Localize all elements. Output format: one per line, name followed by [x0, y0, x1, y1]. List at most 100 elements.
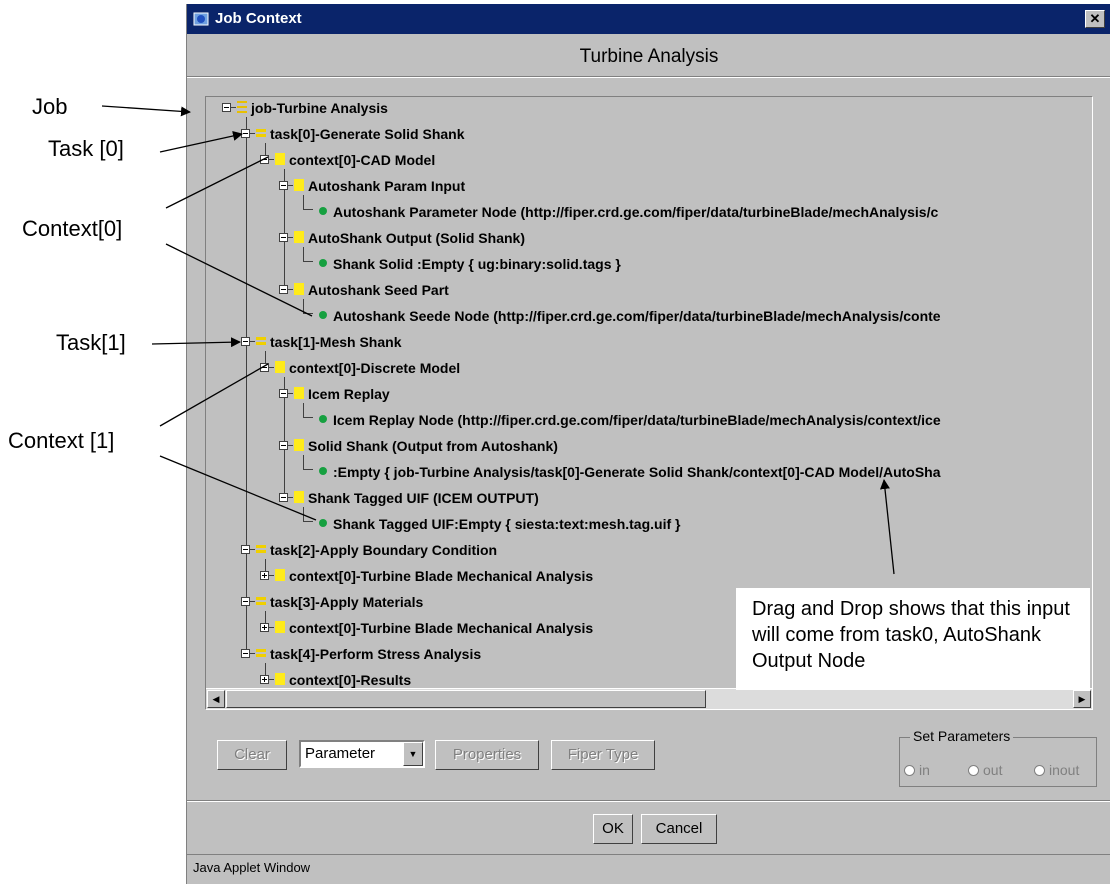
- tree-line: [250, 341, 255, 342]
- tree-node-label: Autoshank Seed Part: [308, 282, 449, 298]
- tree-node-label: Icem Replay Node (http://fiper.crd.ge.co…: [333, 412, 941, 428]
- expand-toggle-icon[interactable]: [260, 675, 269, 684]
- fiper-type-button[interactable]: Fiper Type: [551, 740, 655, 770]
- expand-toggle-icon[interactable]: [260, 571, 269, 580]
- collapse-toggle-icon[interactable]: [260, 363, 269, 372]
- node-icon: [319, 207, 327, 215]
- tree-line: [269, 627, 274, 628]
- tree-node-context[interactable]: context[0]-CAD Model: [206, 149, 1086, 171]
- collapse-toggle-icon[interactable]: [241, 337, 250, 346]
- collapse-toggle-icon[interactable]: [260, 155, 269, 164]
- tree-node-label: job-Turbine Analysis: [251, 100, 388, 116]
- scroll-right-icon[interactable]: ▶: [1073, 690, 1091, 708]
- tree-node-label: context[0]-Turbine Blade Mechanical Anal…: [289, 620, 594, 636]
- tree-node-task[interactable]: task[0]-Generate Solid Shank: [206, 123, 1086, 145]
- tree-node-label: task[1]-Mesh Shank: [270, 334, 402, 350]
- radio-icon: [968, 765, 979, 776]
- tree-node-data[interactable]: Autoshank Parameter Node (http://fiper.c…: [206, 201, 1086, 223]
- tree-node-parameter[interactable]: Solid Shank (Output from Autoshank): [206, 435, 1086, 457]
- tree-line: [269, 679, 274, 680]
- collapse-toggle-icon[interactable]: [279, 285, 288, 294]
- divider: [187, 800, 1110, 802]
- context-icon: [275, 361, 285, 373]
- radio-label: inout: [1049, 762, 1080, 778]
- collapse-toggle-icon[interactable]: [279, 493, 288, 502]
- status-text: Java Applet Window: [193, 860, 311, 875]
- context-icon: [275, 621, 285, 633]
- tree-node-label: Shank Tagged UIF (ICEM OUTPUT): [308, 490, 539, 506]
- radio-label: in: [919, 762, 930, 778]
- tree-node-job[interactable]: job-Turbine Analysis: [206, 97, 1086, 119]
- scrollbar-thumb[interactable]: [226, 690, 706, 708]
- parameter-icon: [294, 387, 304, 399]
- tree-line: [250, 653, 255, 654]
- close-icon[interactable]: ✕: [1085, 10, 1105, 28]
- tree-node-task[interactable]: task[1]-Mesh Shank: [206, 331, 1086, 353]
- tree-node-data[interactable]: Icem Replay Node (http://fiper.crd.ge.co…: [206, 409, 1086, 431]
- radio-in[interactable]: in: [904, 762, 930, 778]
- collapse-toggle-icon[interactable]: [241, 597, 250, 606]
- tree-node-parameter[interactable]: Shank Tagged UIF (ICEM OUTPUT): [206, 487, 1086, 509]
- tree-node-label: Autoshank Param Input: [308, 178, 466, 194]
- tree-line: [250, 601, 255, 602]
- tree-line: [269, 159, 274, 160]
- collapse-toggle-icon[interactable]: [222, 103, 231, 112]
- annotation-note-text: Drag and Drop shows that this input will…: [752, 598, 1070, 672]
- expand-toggle-icon[interactable]: [260, 623, 269, 632]
- task-icon: [256, 336, 266, 346]
- annotation-context1: Context [1]: [8, 428, 115, 453]
- radio-label: out: [983, 762, 1003, 778]
- tree-node-label: Shank Solid :Empty { ug:binary:solid.tag…: [333, 256, 621, 272]
- tree-line: [288, 393, 293, 394]
- annotation-arrow-job: [101, 105, 191, 117]
- horizontal-scrollbar[interactable]: ◀ ▶: [206, 688, 1092, 709]
- radio-icon: [1034, 765, 1045, 776]
- clear-button[interactable]: Clear: [217, 740, 287, 770]
- collapse-toggle-icon[interactable]: [241, 545, 250, 554]
- cancel-button[interactable]: Cancel: [641, 814, 717, 844]
- task-icon: [256, 544, 266, 554]
- node-icon: [319, 519, 327, 527]
- collapse-toggle-icon[interactable]: [279, 181, 288, 190]
- tree-node-parameter[interactable]: Autoshank Param Input: [206, 175, 1086, 197]
- tree-node-context[interactable]: context[0]-Turbine Blade Mechanical Anal…: [206, 565, 1086, 587]
- tree-node-label: task[3]-Apply Materials: [270, 594, 424, 610]
- collapse-toggle-icon[interactable]: [279, 389, 288, 398]
- collapse-toggle-icon[interactable]: [241, 649, 250, 658]
- tree-node-context[interactable]: context[0]-Discrete Model: [206, 357, 1086, 379]
- title-bar[interactable]: Job Context ✕: [187, 4, 1110, 34]
- dropdown-arrow-icon[interactable]: ▼: [403, 742, 423, 766]
- task-icon: [256, 648, 266, 658]
- radio-out[interactable]: out: [968, 762, 1002, 778]
- job-icon: [237, 101, 247, 113]
- tree-node-data[interactable]: Autoshank Seede Node (http://fiper.crd.g…: [206, 305, 1086, 327]
- collapse-toggle-icon[interactable]: [241, 129, 250, 138]
- tree-node-label: :Empty { job-Turbine Analysis/task[0]-Ge…: [333, 464, 941, 480]
- applet-icon: [193, 12, 209, 26]
- tree-node-data[interactable]: Shank Solid :Empty { ug:binary:solid.tag…: [206, 253, 1086, 275]
- collapse-toggle-icon[interactable]: [279, 441, 288, 450]
- properties-button[interactable]: Properties: [435, 740, 539, 770]
- tree-node-data[interactable]: :Empty { job-Turbine Analysis/task[0]-Ge…: [206, 461, 1086, 483]
- collapse-toggle-icon[interactable]: [279, 233, 288, 242]
- tree-line: [250, 133, 255, 134]
- ok-button[interactable]: OK: [593, 814, 633, 844]
- context-icon: [275, 673, 285, 685]
- tree-node-data[interactable]: Shank Tagged UIF:Empty { siesta:text:mes…: [206, 513, 1086, 535]
- tree-line: [288, 289, 293, 290]
- tree-node-label: task[0]-Generate Solid Shank: [270, 126, 465, 142]
- tree-line: [250, 549, 255, 550]
- task-icon: [256, 128, 266, 138]
- node-icon: [319, 259, 327, 267]
- window-title: Job Context: [215, 10, 302, 27]
- scroll-left-icon[interactable]: ◀: [207, 690, 225, 708]
- parameter-select[interactable]: Parameter ▼: [299, 740, 425, 768]
- tree-node-parameter[interactable]: Autoshank Seed Part: [206, 279, 1086, 301]
- radio-inout[interactable]: inout: [1034, 762, 1079, 778]
- tree-node-parameter[interactable]: Icem Replay: [206, 383, 1086, 405]
- tree-node-parameter[interactable]: AutoShank Output (Solid Shank): [206, 227, 1086, 249]
- divider: [187, 76, 1110, 78]
- tree-line: [288, 237, 293, 238]
- dialog-heading: Turbine Analysis: [579, 46, 719, 67]
- tree-node-task[interactable]: task[2]-Apply Boundary Condition: [206, 539, 1086, 561]
